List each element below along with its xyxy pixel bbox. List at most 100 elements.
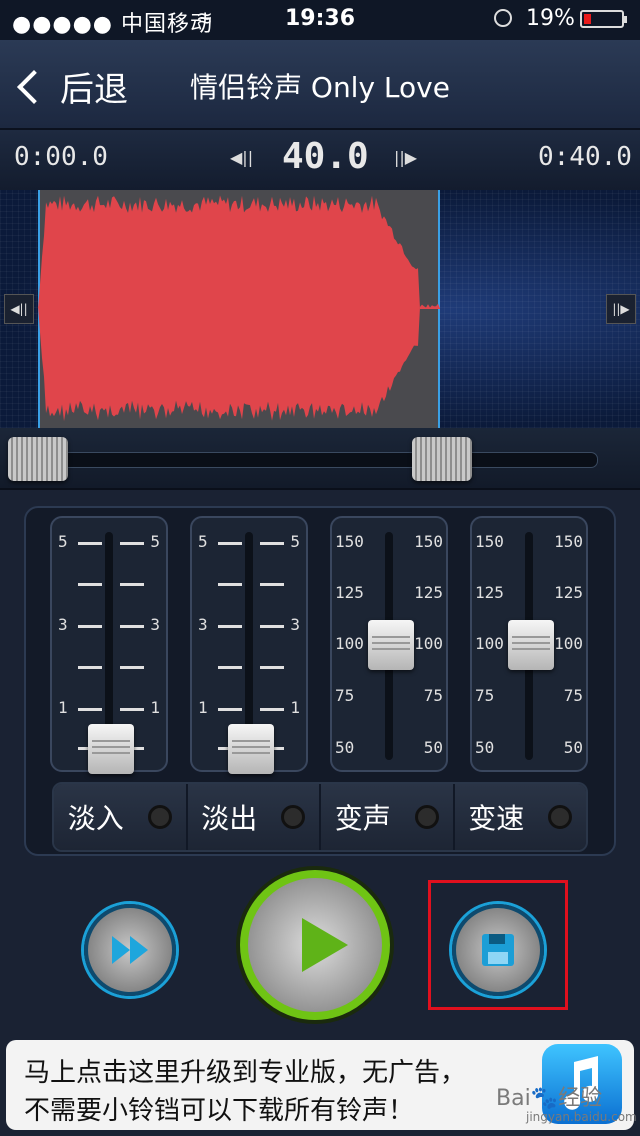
- voice-change-button[interactable]: 变声: [321, 784, 455, 850]
- indicator-led-icon: [147, 805, 172, 829]
- tick-label: 3: [150, 615, 160, 634]
- speed-change-button[interactable]: 变速: [454, 784, 586, 850]
- ad-line-1: 马上点击这里升级到专业版，无广告，: [24, 1058, 467, 1088]
- start-handle[interactable]: [8, 437, 68, 481]
- indicator-led-icon: [281, 805, 306, 829]
- tick-label: 125: [414, 583, 443, 602]
- tick-mark: [78, 542, 102, 545]
- tick-label: 1: [290, 698, 300, 717]
- scroll-left-icon[interactable]: ◀||: [4, 294, 34, 324]
- tick-label: 50: [335, 738, 355, 757]
- page-title: 情侣铃声 Only Love: [190, 71, 450, 104]
- tick-mark: [218, 625, 242, 628]
- back-button[interactable]: 后退: [14, 62, 128, 111]
- tick-label: 150: [414, 532, 443, 551]
- tick-label: 5: [150, 532, 160, 551]
- tick-label: 100: [335, 634, 364, 653]
- tick-label: 50: [423, 738, 443, 757]
- tick-label: 125: [475, 583, 504, 602]
- indicator-led-icon: [548, 805, 573, 829]
- range-slider: [0, 428, 640, 490]
- tick-label: 100: [414, 634, 443, 653]
- slider-knob[interactable]: [508, 620, 554, 670]
- tick-mark: [218, 583, 242, 586]
- baidu-watermark: Bai🐾经验: [496, 1086, 603, 1111]
- fast-forward-button[interactable]: [84, 904, 176, 996]
- tick-mark: [120, 583, 144, 586]
- fade-out-button[interactable]: 淡出: [187, 784, 321, 850]
- mode-label: 变声: [334, 802, 391, 835]
- tick-mark: [260, 625, 284, 628]
- start-time: 0:00.0: [14, 142, 108, 172]
- tick-label: 125: [335, 583, 364, 602]
- tick-mark: [78, 625, 102, 628]
- tick-label: 1: [198, 698, 208, 717]
- end-handle[interactable]: [412, 437, 472, 481]
- tick-label: 150: [335, 532, 364, 551]
- tick-label: 100: [475, 634, 504, 653]
- scroll-right-icon[interactable]: ||▶: [606, 294, 636, 324]
- slider-knob[interactable]: [368, 620, 414, 670]
- decrease-duration-icon[interactable]: ◀||: [230, 148, 253, 167]
- tick-mark: [120, 625, 144, 628]
- back-label: 后退: [60, 70, 128, 110]
- tick-label: 5: [58, 532, 68, 551]
- tick-mark: [260, 542, 284, 545]
- tick-label: 5: [290, 532, 300, 551]
- range-track: [40, 452, 598, 468]
- mode-label: 淡出: [201, 802, 258, 835]
- tick-label: 3: [198, 615, 208, 634]
- tick-label: 75: [423, 686, 443, 705]
- tick-label: 125: [554, 583, 583, 602]
- status-bar: ●●●●● 中国移动 ≋ 19:36 19%: [0, 0, 640, 40]
- battery-fill: [584, 14, 591, 24]
- tick-mark: [218, 708, 242, 711]
- baidu-watermark-url: jingyan.baidu.com: [526, 1110, 637, 1124]
- fade-out-slider[interactable]: 5 5 3 3 1 1: [190, 516, 308, 774]
- alarm-icon: [494, 9, 512, 27]
- mode-label: 变速: [468, 802, 525, 835]
- tick-label: 3: [290, 615, 300, 634]
- tick-label: 75: [563, 686, 583, 705]
- waveform: [38, 195, 440, 422]
- increase-duration-icon[interactable]: ||▶: [394, 148, 417, 167]
- fade-in-button[interactable]: 淡入: [54, 784, 188, 850]
- end-time: 0:40.0: [538, 142, 632, 172]
- play-button[interactable]: [240, 870, 390, 1020]
- waveform-path: [38, 195, 440, 422]
- duration-value: 40.0: [282, 136, 369, 177]
- slider-knob[interactable]: [228, 724, 274, 774]
- mode-buttons: 淡入 淡出 变声 变速: [52, 782, 588, 852]
- speed-slider[interactable]: 150 150 125 125 100 100 75 75 50 50: [470, 516, 588, 772]
- tick-label: 150: [554, 532, 583, 551]
- tick-label: 75: [475, 686, 495, 705]
- upgrade-ad-banner[interactable]: 马上点击这里升级到专业版，无广告， 不需要小铃铛可以下载所有铃声！ Bai🐾经验…: [6, 1040, 637, 1130]
- indicator-led-icon: [414, 805, 439, 829]
- battery-percent: 19%: [526, 6, 575, 31]
- tick-label: 100: [554, 634, 583, 653]
- fade-in-slider[interactable]: 5 5 3 3 1 1: [50, 516, 168, 774]
- time-bar: 0:00.0 ◀|| 40.0 ||▶ 0:40.0: [0, 130, 640, 190]
- pitch-slider[interactable]: 150 150 125 125 100 100 75 75 50 50: [330, 516, 448, 772]
- tick-mark: [260, 708, 284, 711]
- nav-bar: 后退 情侣铃声 Only Love: [0, 40, 640, 130]
- tick-label: 1: [150, 698, 160, 717]
- tick-mark: [120, 542, 144, 545]
- tick-mark: [120, 666, 144, 669]
- waveform-area[interactable]: [0, 190, 640, 428]
- highlight-box: [428, 880, 568, 1010]
- tick-mark: [120, 708, 144, 711]
- slider-knob[interactable]: [88, 724, 134, 774]
- tick-mark: [218, 542, 242, 545]
- tick-mark: [218, 666, 242, 669]
- tick-label: 50: [563, 738, 583, 757]
- chevron-left-icon: [17, 69, 51, 104]
- tick-mark: [260, 666, 284, 669]
- tick-mark: [78, 666, 102, 669]
- mode-label: 淡入: [67, 802, 124, 835]
- tick-mark: [260, 583, 284, 586]
- tick-label: 75: [335, 686, 355, 705]
- tick-mark: [78, 708, 102, 711]
- battery-icon: [580, 10, 627, 28]
- tick-label: 3: [58, 615, 68, 634]
